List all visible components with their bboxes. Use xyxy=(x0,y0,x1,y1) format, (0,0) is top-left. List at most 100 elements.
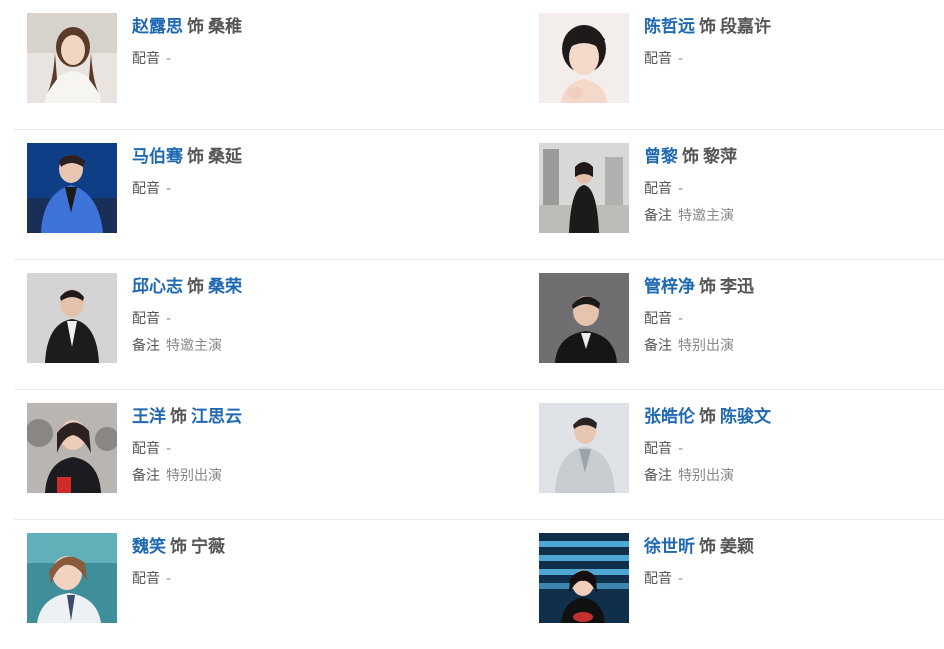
note-value: 特别出演 xyxy=(678,468,734,484)
dub-label: 配音 xyxy=(132,181,160,197)
role-separator: 饰 xyxy=(170,407,187,427)
actor-name-link[interactable]: 赵露思 xyxy=(132,17,183,37)
dub-line: 配音 - xyxy=(644,439,944,459)
note-value: 特别出演 xyxy=(678,338,734,354)
actor-photo[interactable] xyxy=(27,143,117,233)
role-separator: 饰 xyxy=(699,277,716,297)
name-line: 魏笑饰宁薇 xyxy=(132,533,432,561)
actor-photo[interactable] xyxy=(27,403,117,493)
cast-info: 曾黎饰黎萍 配音 - 备注 特邀主演 xyxy=(644,143,944,226)
cast-info: 赵露思饰桑稚 配音 - xyxy=(132,13,432,69)
name-line: 赵露思饰桑稚 xyxy=(132,13,432,41)
dub-line: 配音 - xyxy=(132,439,432,459)
dub-value: - xyxy=(678,441,684,457)
actor-name-link[interactable]: 邱心志 xyxy=(132,277,183,297)
dub-label: 配音 xyxy=(132,571,160,587)
role-name-link[interactable]: 陈骏文 xyxy=(720,407,771,427)
dub-label: 配音 xyxy=(644,51,672,67)
role-separator: 饰 xyxy=(699,537,716,557)
name-line: 王洋饰江思云 xyxy=(132,403,432,431)
dub-label: 配音 xyxy=(644,311,672,327)
role-separator: 饰 xyxy=(699,17,716,37)
dub-label: 配音 xyxy=(644,181,672,197)
cast-info: 徐世昕饰姜颖 配音 - xyxy=(644,533,944,589)
cast-info: 魏笑饰宁薇 配音 - xyxy=(132,533,432,589)
cast-row: 马伯骞饰桑延 配音 - 曾黎饰黎萍 配音 - 备注 特邀主演 xyxy=(14,130,944,260)
role-separator: 饰 xyxy=(187,277,204,297)
actor-name-link[interactable]: 徐世昕 xyxy=(644,537,695,557)
role-separator: 饰 xyxy=(699,407,716,427)
actor-name-link[interactable]: 管梓净 xyxy=(644,277,695,297)
dub-line: 配音 - xyxy=(644,179,944,199)
role-name-link[interactable]: 江思云 xyxy=(191,407,242,427)
actor-photo[interactable] xyxy=(539,13,629,103)
dub-label: 配音 xyxy=(132,441,160,457)
name-line: 张皓伦饰陈骏文 xyxy=(644,403,944,431)
note-label: 备注 xyxy=(644,338,672,354)
actor-photo[interactable] xyxy=(27,273,117,363)
dub-value: - xyxy=(678,181,684,197)
note-label: 备注 xyxy=(132,468,160,484)
actor-name-link[interactable]: 魏笑 xyxy=(132,537,166,557)
actor-photo[interactable] xyxy=(27,13,117,103)
dub-label: 配音 xyxy=(644,571,672,587)
name-line: 管梓净饰李迅 xyxy=(644,273,944,301)
role-name: 黎萍 xyxy=(703,147,737,167)
dub-line: 配音 - xyxy=(644,309,944,329)
dub-value: - xyxy=(166,51,172,67)
dub-label: 配音 xyxy=(132,311,160,327)
dub-value: - xyxy=(166,571,172,587)
dub-label: 配音 xyxy=(644,441,672,457)
actor-photo[interactable] xyxy=(27,533,117,623)
note-label: 备注 xyxy=(644,468,672,484)
name-line: 陈哲远饰段嘉许 xyxy=(644,13,944,41)
cast-info: 张皓伦饰陈骏文 配音 - 备注 特别出演 xyxy=(644,403,944,486)
cast-info: 邱心志饰桑荣 配音 - 备注 特邀主演 xyxy=(132,273,432,356)
cast-row: 王洋饰江思云 配音 - 备注 特别出演 张皓伦饰陈骏文 配音 - 备注 特别出演 xyxy=(14,390,944,520)
role-separator: 饰 xyxy=(187,17,204,37)
note-label: 备注 xyxy=(132,338,160,354)
note-value: 特邀主演 xyxy=(166,338,222,354)
actor-name-link[interactable]: 马伯骞 xyxy=(132,147,183,167)
dub-value: - xyxy=(166,311,172,327)
cast-info: 王洋饰江思云 配音 - 备注 特别出演 xyxy=(132,403,432,486)
role-separator: 饰 xyxy=(187,147,204,167)
actor-name-link[interactable]: 王洋 xyxy=(132,407,166,427)
note-value: 特邀主演 xyxy=(678,208,734,224)
actor-name-link[interactable]: 陈哲远 xyxy=(644,17,695,37)
note-line: 备注 特邀主演 xyxy=(132,336,432,356)
actor-photo[interactable] xyxy=(539,403,629,493)
actor-photo[interactable] xyxy=(539,273,629,363)
name-line: 徐世昕饰姜颖 xyxy=(644,533,944,561)
dub-value: - xyxy=(678,571,684,587)
cast-info: 马伯骞饰桑延 配音 - xyxy=(132,143,432,199)
cast-info: 陈哲远饰段嘉许 配音 - xyxy=(644,13,944,69)
role-name: 段嘉许 xyxy=(720,17,771,37)
dub-value: - xyxy=(678,311,684,327)
role-name-link[interactable]: 桑荣 xyxy=(208,277,242,297)
note-value: 特别出演 xyxy=(166,468,222,484)
note-line: 备注 特别出演 xyxy=(644,336,944,356)
role-name: 桑延 xyxy=(208,147,242,167)
dub-value: - xyxy=(678,51,684,67)
dub-line: 配音 - xyxy=(132,569,432,589)
name-line: 曾黎饰黎萍 xyxy=(644,143,944,171)
dub-label: 配音 xyxy=(132,51,160,67)
note-label: 备注 xyxy=(644,208,672,224)
actor-photo[interactable] xyxy=(539,533,629,623)
name-line: 邱心志饰桑荣 xyxy=(132,273,432,301)
actor-photo[interactable] xyxy=(539,143,629,233)
name-line: 马伯骞饰桑延 xyxy=(132,143,432,171)
note-line: 备注 特邀主演 xyxy=(644,206,944,226)
note-line: 备注 特别出演 xyxy=(132,466,432,486)
cast-list: 赵露思饰桑稚 配音 - 陈哲远饰段嘉许 配音 - 马伯骞 饰 桑延 配音 - 曾… xyxy=(0,0,944,630)
cast-row: 赵露思饰桑稚 配音 - 陈哲远饰段嘉许 配音 - xyxy=(14,0,944,130)
role-name: 姜颖 xyxy=(720,537,754,557)
note-line: 备注 特别出演 xyxy=(644,466,944,486)
cast-info: 管梓净饰李迅 配音 - 备注 特别出演 xyxy=(644,273,944,356)
dub-line: 配音 - xyxy=(644,569,944,589)
cast-row: 邱心志饰桑荣 配音 - 备注 特邀主演 管梓净饰李迅 配音 - 备注 特别出演 xyxy=(14,260,944,390)
actor-name-link[interactable]: 张皓伦 xyxy=(644,407,695,427)
dub-line: 配音 - xyxy=(132,309,432,329)
actor-name-link[interactable]: 曾黎 xyxy=(644,147,678,167)
